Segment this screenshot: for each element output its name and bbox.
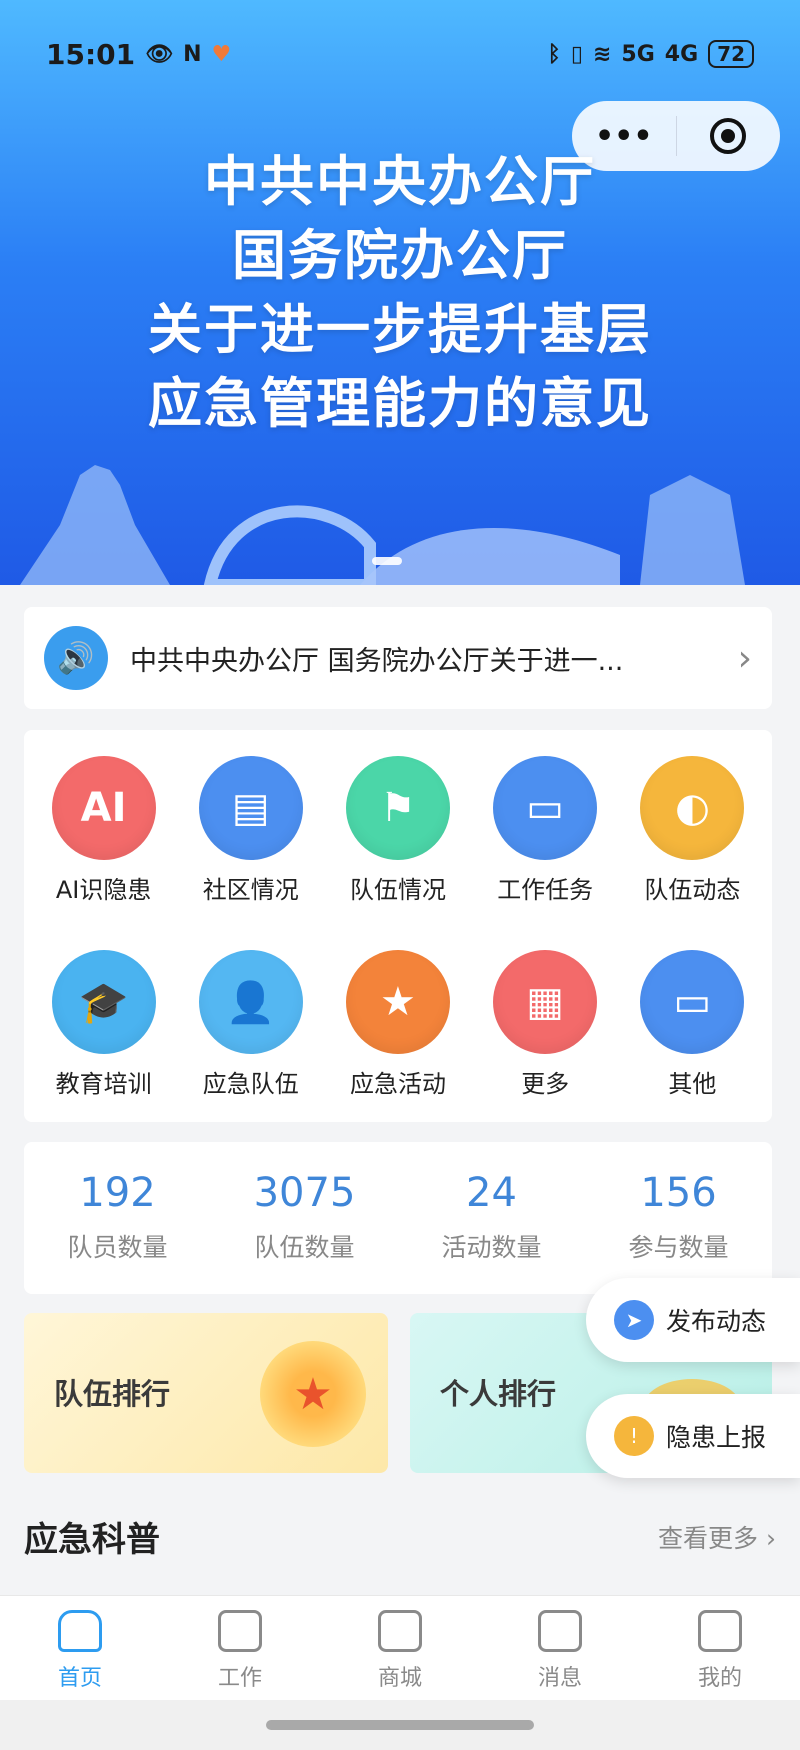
grid-item[interactable]: ★ 应急活动 — [324, 950, 471, 1122]
grid-item[interactable]: ⚑ 队伍情况 — [324, 756, 471, 928]
grid-item[interactable]: 👤 应急队伍 — [177, 950, 324, 1122]
status-bar: 15:01 👁 N ♥ ᛒ ▯ ≋ 5G 4G 72 — [46, 34, 754, 74]
tab-mall[interactable]: 商城 — [320, 1596, 480, 1700]
vibrate-icon: ▯ — [570, 41, 583, 67]
grid-item-label: 队伍情况 — [349, 876, 446, 904]
tab-profile[interactable]: 我的 — [640, 1596, 800, 1700]
grid-item-label: 更多 — [521, 1070, 570, 1098]
signal-5g-icon: 5G — [621, 41, 655, 67]
tab-work[interactable]: 工作 — [160, 1596, 320, 1700]
grid-item-label: 教育培训 — [55, 1070, 152, 1098]
feature-icon: 🎓 — [51, 950, 156, 1054]
tab-home[interactable]: 首页 — [0, 1596, 160, 1700]
stat-value: 156 — [640, 1170, 717, 1216]
section-title: 应急科普 — [24, 1520, 160, 1560]
send-icon: ➤ — [614, 1300, 654, 1340]
grid-item-label: 其他 — [668, 1070, 717, 1098]
eye-icon: 👁 — [145, 41, 174, 67]
tab-messages[interactable]: 消息 — [480, 1596, 640, 1700]
feature-icon: ▤ — [198, 756, 303, 860]
home-icon — [58, 1610, 102, 1652]
view-more-label: 查看更多 — [658, 1523, 759, 1553]
feature-icon: ▦ — [493, 950, 598, 1054]
stat-item: 156 参与数量 — [585, 1170, 772, 1294]
tab-label: 首页 — [57, 1666, 102, 1691]
feature-icon: ▭ — [493, 756, 598, 860]
bluetooth-icon: ᛒ — [547, 41, 561, 67]
feature-icon: ▭ — [640, 950, 745, 1054]
shopping-bag-icon — [378, 1610, 422, 1652]
stat-item: 192 队员数量 — [24, 1170, 211, 1294]
stat-value: 24 — [466, 1170, 517, 1216]
feature-icon: 👤 — [198, 950, 303, 1054]
notice-bar[interactable]: 🔊 中共中央办公厅 国务院办公厅关于进一... › — [24, 607, 772, 709]
grid-item[interactable]: ▭ 工作任务 — [472, 756, 619, 928]
hero-line: 国务院办公厅 — [232, 224, 568, 287]
grid-item-label: 社区情况 — [202, 876, 299, 904]
wifi-icon: ≋ — [592, 41, 612, 67]
grid-item-label: 队伍动态 — [644, 876, 741, 904]
post-update-label: 发布动态 — [666, 1307, 767, 1336]
medal-icon: ★ — [260, 1341, 366, 1447]
chevron-right-icon: › — [737, 637, 752, 679]
tab-label: 工作 — [217, 1666, 262, 1691]
hero-line: 关于进一步提升基层 — [148, 298, 652, 361]
shield-icon: ♥ — [211, 41, 232, 67]
user-icon — [698, 1610, 742, 1652]
stat-item: 3075 队伍数量 — [211, 1170, 398, 1294]
tab-label: 消息 — [537, 1666, 582, 1691]
grid-item[interactable]: ▤ 社区情况 — [177, 756, 324, 928]
grid-item[interactable]: ◐ 队伍动态 — [619, 756, 766, 928]
tab-label: 我的 — [697, 1666, 742, 1691]
stat-value: 192 — [79, 1170, 156, 1216]
warning-icon: ! — [614, 1416, 654, 1456]
feature-grid: AI AI识隐患 ▤ 社区情况 ⚑ 队伍情况 ▭ 工作任务 ◐ 队伍动态 🎓 教育培训 👤 应急队伍 ★ 应急… — [24, 730, 772, 1122]
monitor-icon — [218, 1610, 262, 1652]
grid-item[interactable]: ▭ 其他 — [619, 950, 766, 1122]
clock: 15:01 — [46, 37, 136, 71]
team-ranking-card[interactable]: 队伍排行 ★ — [24, 1313, 388, 1473]
hero-line: 中共中央办公厅 — [204, 150, 596, 213]
feature-icon: ◐ — [640, 756, 745, 860]
post-update-button[interactable]: ➤ 发布动态 — [586, 1278, 800, 1362]
notice-text: 中共中央办公厅 国务院办公厅关于进一... — [130, 645, 624, 677]
hero-title: 中共中央办公厅 国务院办公厅 关于进一步提升基层 应急管理能力的意见 — [0, 145, 800, 441]
message-icon — [538, 1610, 582, 1652]
grid-item-label: 工作任务 — [497, 876, 594, 904]
section-header: 应急科普 查看更多 › — [24, 1512, 776, 1561]
stat-label: 队员数量 — [67, 1233, 168, 1262]
signal-4g-icon: 4G — [664, 41, 699, 67]
grid-item-label: AI识隐患 — [55, 876, 152, 904]
city-skyline-illustration — [20, 465, 745, 585]
stat-value: 3075 — [253, 1170, 356, 1216]
hero-line: 应急管理能力的意见 — [148, 372, 652, 435]
feature-icon: ★ — [345, 950, 450, 1054]
report-hazard-label: 隐患上报 — [666, 1423, 767, 1452]
hero-banner[interactable]: 15:01 👁 N ♥ ᛒ ▯ ≋ 5G 4G 72 ••• 中共中央办公厅 国… — [0, 0, 800, 585]
home-indicator[interactable] — [266, 1720, 534, 1730]
nfc-icon: N — [183, 41, 202, 67]
stat-label: 参与数量 — [628, 1233, 729, 1262]
grid-item-label: 应急队伍 — [202, 1070, 299, 1098]
stat-label: 活动数量 — [441, 1233, 542, 1262]
stats-panel: 192 队员数量 3075 队伍数量 24 活动数量 156 参与数量 — [24, 1142, 772, 1294]
stat-label: 队伍数量 — [254, 1233, 355, 1262]
speaker-icon: 🔊 — [44, 626, 108, 690]
report-hazard-button[interactable]: ! 隐患上报 — [586, 1394, 800, 1478]
bottom-tab-bar: 首页 工作 商城 消息 我的 — [0, 1595, 800, 1700]
grid-item[interactable]: ▦ 更多 — [472, 950, 619, 1122]
feature-icon: AI — [51, 756, 156, 860]
feature-icon: ⚑ — [345, 756, 450, 860]
personal-ranking-label: 个人排行 — [440, 1377, 557, 1411]
carousel-indicator — [372, 557, 402, 565]
battery-indicator: 72 — [708, 40, 754, 68]
team-ranking-label: 队伍排行 — [54, 1377, 171, 1411]
view-more-link[interactable]: 查看更多 › — [658, 1519, 776, 1555]
grid-item-label: 应急活动 — [349, 1070, 446, 1098]
tab-label: 商城 — [377, 1666, 422, 1691]
grid-item[interactable]: AI AI识隐患 — [30, 756, 177, 928]
grid-item[interactable]: 🎓 教育培训 — [30, 950, 177, 1122]
stat-item: 24 活动数量 — [398, 1170, 585, 1294]
